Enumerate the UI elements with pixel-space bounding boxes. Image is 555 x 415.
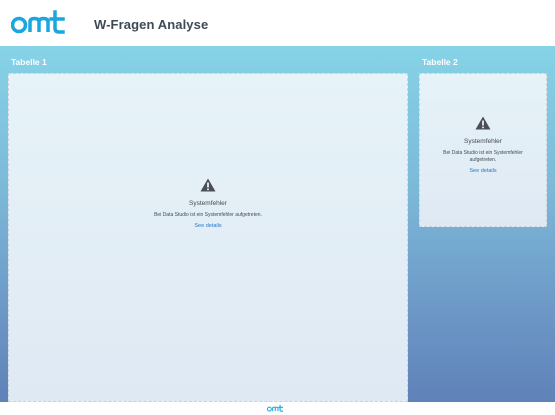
table-2-label: Tabelle 2 bbox=[422, 57, 458, 67]
table-1-label: Tabelle 1 bbox=[11, 57, 47, 67]
error-title: Systemfehler bbox=[464, 138, 502, 145]
report-header: W-Fragen Analyse bbox=[0, 0, 555, 46]
error-message: Bei Data Studio ist ein Systemfehler auf… bbox=[443, 150, 523, 163]
error-message: Bei Data Studio ist ein Systemfehler auf… bbox=[154, 212, 262, 218]
error-title: Systemfehler bbox=[189, 200, 227, 207]
warning-icon bbox=[200, 178, 216, 192]
error-message-block: Systemfehler Bei Data Studio ist ein Sys… bbox=[420, 116, 546, 174]
report-canvas: Tabelle 1 Tabelle 2 Systemfehler Bei Dat… bbox=[0, 46, 555, 402]
report-footer bbox=[0, 402, 555, 415]
omt-footer-logo bbox=[267, 404, 283, 412]
error-message-block: Systemfehler Bei Data Studio ist ein Sys… bbox=[9, 178, 407, 229]
table-1-panel[interactable]: Systemfehler Bei Data Studio ist ein Sys… bbox=[8, 73, 408, 402]
report-title: W-Fragen Analyse bbox=[94, 17, 209, 32]
omt-logo bbox=[11, 10, 65, 34]
see-details-link[interactable]: See details bbox=[9, 223, 407, 229]
see-details-link[interactable]: See details bbox=[420, 168, 546, 174]
warning-icon bbox=[475, 116, 491, 130]
table-2-panel[interactable]: Systemfehler Bei Data Studio ist ein Sys… bbox=[419, 73, 547, 227]
